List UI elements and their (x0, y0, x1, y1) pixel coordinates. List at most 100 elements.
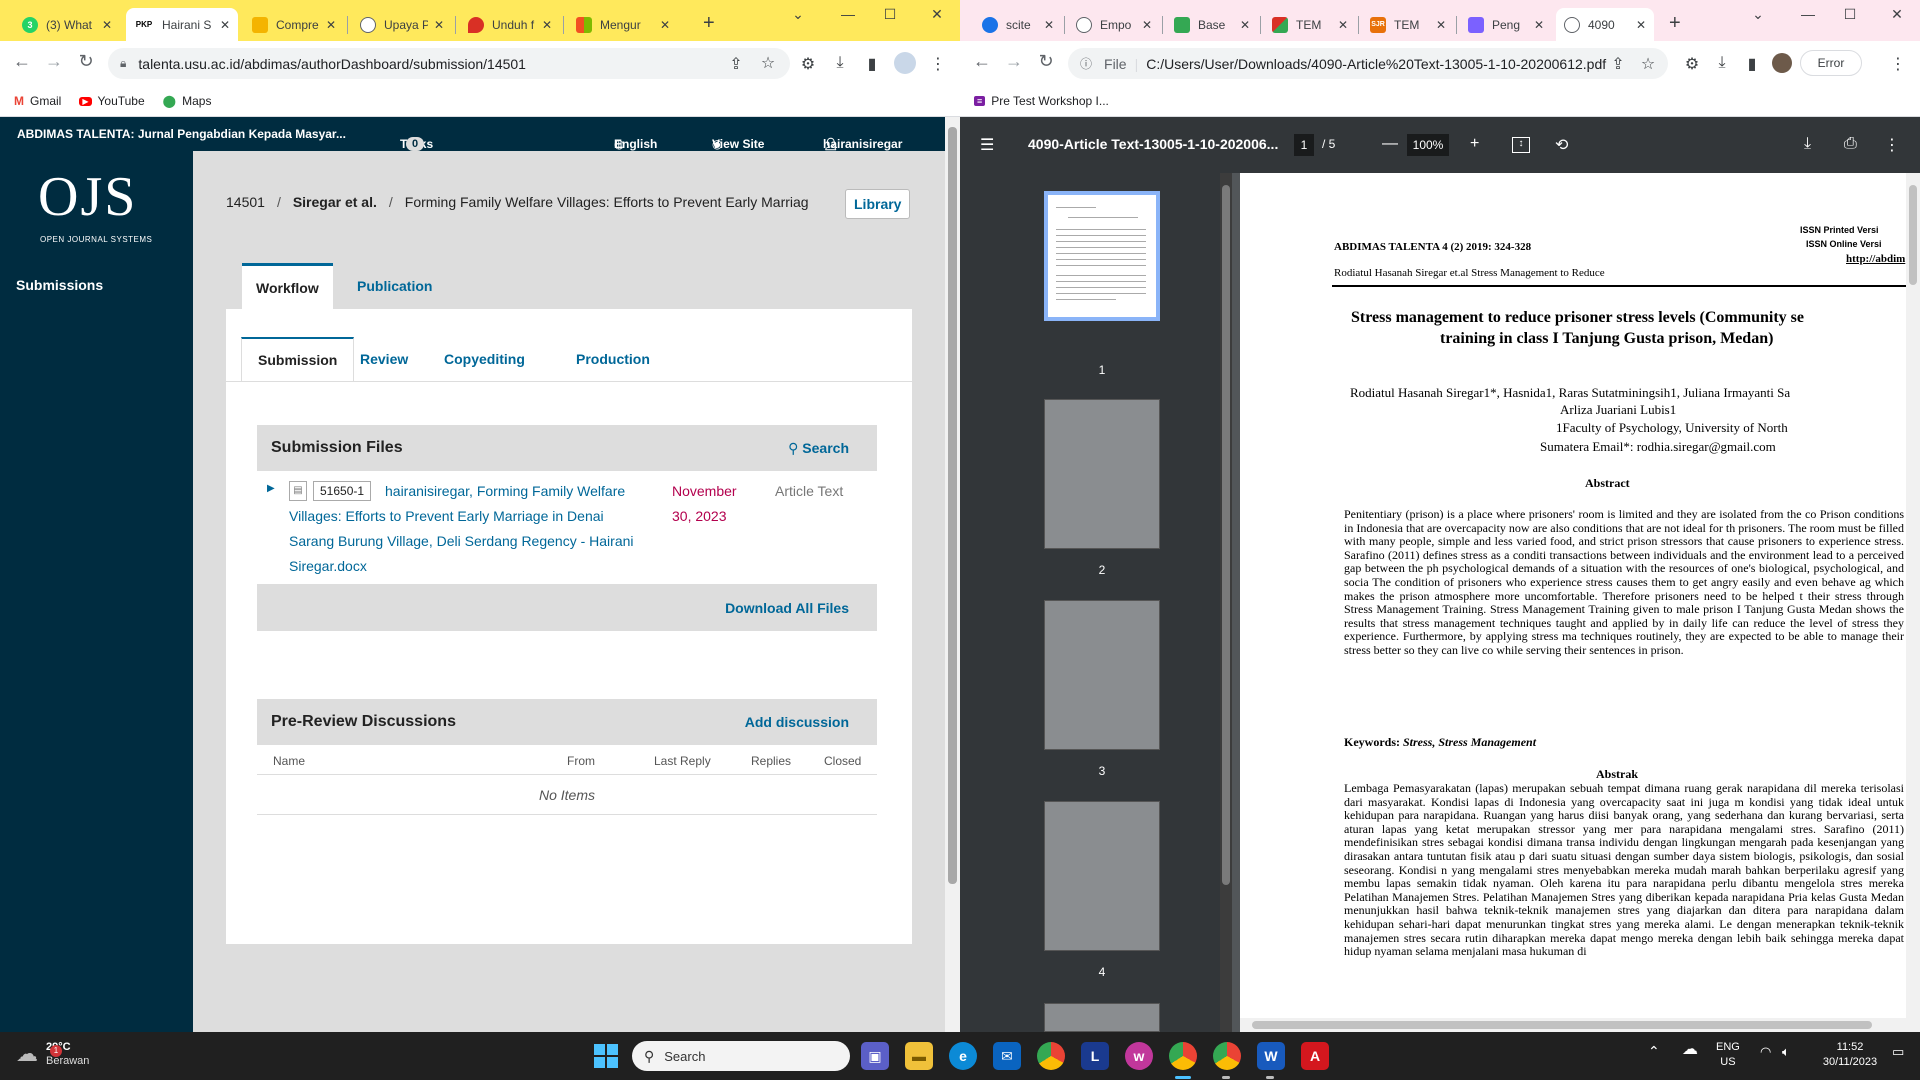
notifications-icon[interactable]: ▭ (1892, 1044, 1904, 1059)
tab-submission[interactable]: Submission (241, 337, 355, 381)
file-name-link[interactable]: hairanisiregar, Forming Family Welfare V… (289, 479, 649, 579)
close-icon[interactable]: ✕ (542, 18, 552, 32)
close-icon[interactable]: ✕ (1142, 18, 1152, 32)
profile-avatar[interactable] (894, 52, 916, 74)
close-icon[interactable]: ✕ (102, 18, 112, 32)
tab-scite[interactable]: scite ✕ (974, 8, 1062, 41)
address-bar[interactable]: ⓘ File | C:/Users/User/Downloads/4090-Ar… (1068, 48, 1668, 79)
download-icon[interactable]: ⤓ (830, 54, 850, 72)
back-icon[interactable]: ← (10, 51, 34, 72)
close-icon[interactable]: ✕ (1240, 18, 1250, 32)
tab-tem-1[interactable]: TEM ✕ (1264, 8, 1356, 41)
print-icon[interactable]: ⎙ (1844, 135, 1857, 153)
chrome-icon[interactable] (1037, 1042, 1065, 1070)
forward-icon[interactable]: → (1002, 51, 1026, 72)
maximize-icon[interactable]: ☐ (878, 6, 902, 23)
expand-arrow-icon[interactable]: ▶ (267, 483, 275, 494)
tab-mengur[interactable]: Mengur ✕ (568, 8, 678, 41)
chrome-profile-2-icon[interactable] (1213, 1042, 1241, 1070)
close-icon[interactable]: ✕ (660, 18, 670, 32)
tab-workflow[interactable]: Workflow (242, 263, 333, 309)
thumbnail-page-5[interactable] (1044, 1003, 1160, 1032)
download-pdf-icon[interactable]: ⤓ (1804, 135, 1811, 153)
profile-avatar[interactable] (1772, 53, 1792, 73)
thumbnail-page-2[interactable] (1044, 399, 1160, 549)
page-number-input[interactable]: 1 (1294, 134, 1314, 156)
wifi-icon[interactable]: ◠ (1760, 1044, 1771, 1059)
new-tab-icon[interactable]: + (703, 12, 715, 34)
weather-widget[interactable]: ☁ 1 29°CBerawan (16, 1040, 89, 1068)
tab-search-chevron-icon[interactable]: ⌄ (786, 6, 810, 23)
tab-whatsapp[interactable]: 3 (3) What ✕ (14, 8, 120, 41)
start-button[interactable] (594, 1044, 618, 1068)
mail-icon[interactable]: ✉ (993, 1042, 1021, 1070)
address-bar[interactable]: 🔒︎ talenta.usu.ac.id/abdimas/authorDashb… (108, 48, 790, 79)
download-all-files-button[interactable]: Download All Files (725, 600, 849, 616)
chrome-profile-1-icon[interactable] (1169, 1042, 1197, 1070)
hamburger-menu-icon[interactable]: ☰ (980, 135, 994, 155)
more-options-icon[interactable]: ⋮ (1884, 135, 1900, 155)
library-button[interactable]: Library (845, 189, 911, 219)
bookmark-youtube[interactable]: ▶ YouTube (79, 94, 145, 108)
sidebar-item-submissions[interactable]: Submissions (16, 277, 103, 293)
tab-base[interactable]: Base ✕ (1166, 8, 1258, 41)
extensions-icon[interactable]: ⚙ (1682, 54, 1702, 74)
thumbnail-page-1[interactable] (1044, 191, 1160, 321)
side-panel-icon[interactable]: ▮ (1742, 54, 1762, 74)
thumbnail-page-4[interactable] (1044, 801, 1160, 951)
bookmark-maps[interactable]: ⬤ Maps (163, 94, 212, 108)
tab-empo[interactable]: Empo ✕ (1068, 8, 1160, 41)
onedrive-cloud-icon[interactable]: ☁ (1682, 1042, 1698, 1058)
share-icon[interactable]: ⇪ (1608, 54, 1628, 74)
bookmark-pre-test-workshop[interactable]: ≡ Pre Test Workshop I... (974, 94, 1109, 108)
close-icon[interactable]: ✕ (1338, 18, 1348, 32)
minimize-icon[interactable]: — (836, 6, 860, 22)
teams-icon[interactable]: ▣ (861, 1042, 889, 1070)
reload-icon[interactable]: ↻ (74, 51, 98, 72)
tab-hairani-submission[interactable]: PKP Hairani S ✕ (126, 8, 238, 41)
search-files-button[interactable]: ⚲ Search (788, 440, 849, 457)
edge-icon[interactable]: e (949, 1042, 977, 1070)
tab-search-chevron-icon[interactable]: ⌄ (1746, 6, 1770, 23)
bookmark-gmail[interactable]: M Gmail (14, 94, 61, 108)
thumbnail-scrollbar[interactable] (1220, 173, 1232, 1032)
zoom-in-icon[interactable]: + (1470, 135, 1479, 153)
download-icon[interactable]: ⤓ (1712, 54, 1732, 72)
tab-peng[interactable]: Peng ✕ (1460, 8, 1552, 41)
minimize-icon[interactable]: — (1796, 6, 1820, 22)
bookmark-star-icon[interactable]: ☆ (758, 53, 778, 73)
fit-page-icon[interactable]: ↕ (1512, 137, 1530, 153)
reload-icon[interactable]: ↻ (1034, 51, 1058, 72)
tab-tem-2[interactable]: SJR TEM ✕ (1362, 8, 1454, 41)
close-window-icon[interactable]: ✕ (925, 6, 949, 23)
page-scrollbar[interactable] (945, 117, 960, 1032)
close-icon[interactable]: ✕ (1636, 18, 1646, 32)
clock[interactable]: 11:52 30/11/2023 (1818, 1040, 1882, 1070)
close-icon[interactable]: ✕ (220, 18, 230, 32)
language-indicator[interactable]: ENG US (1716, 1040, 1740, 1070)
tab-publication[interactable]: Publication (343, 263, 446, 309)
tab-compre[interactable]: Compre ✕ (244, 8, 344, 41)
tab-copyediting[interactable]: Copyediting (428, 337, 541, 381)
extensions-icon[interactable]: ⚙ (798, 54, 818, 74)
maximize-icon[interactable]: ☐ (1838, 6, 1862, 23)
close-icon[interactable]: ✕ (1044, 18, 1054, 32)
close-icon[interactable]: ✕ (326, 18, 336, 32)
zoom-level-input[interactable]: 100% (1407, 134, 1449, 156)
pdf-vertical-scrollbar[interactable] (1906, 173, 1920, 1018)
word-icon[interactable]: W (1257, 1042, 1285, 1070)
forward-icon[interactable]: → (42, 51, 66, 72)
share-icon[interactable]: ⇪ (726, 54, 746, 74)
tab-pdf-4090[interactable]: 4090 ✕ (1556, 8, 1654, 41)
back-icon[interactable]: ← (970, 51, 994, 72)
pdf-horizontal-scrollbar[interactable] (1240, 1018, 1920, 1032)
acrobat-icon[interactable]: A (1301, 1042, 1329, 1070)
tab-unduh[interactable]: Unduh f ✕ (460, 8, 560, 41)
show-hidden-icons-chevron[interactable]: ⌃ (1648, 1044, 1660, 1059)
volume-icon[interactable]: 🔈︎ (1782, 1044, 1790, 1059)
error-button[interactable]: Error (1800, 50, 1862, 76)
close-icon[interactable]: ✕ (1436, 18, 1446, 32)
taskbar-search[interactable]: ⚲ Search (632, 1041, 850, 1071)
tab-review[interactable]: Review (344, 337, 424, 381)
tab-upaya[interactable]: Upaya P ✕ (352, 8, 452, 41)
